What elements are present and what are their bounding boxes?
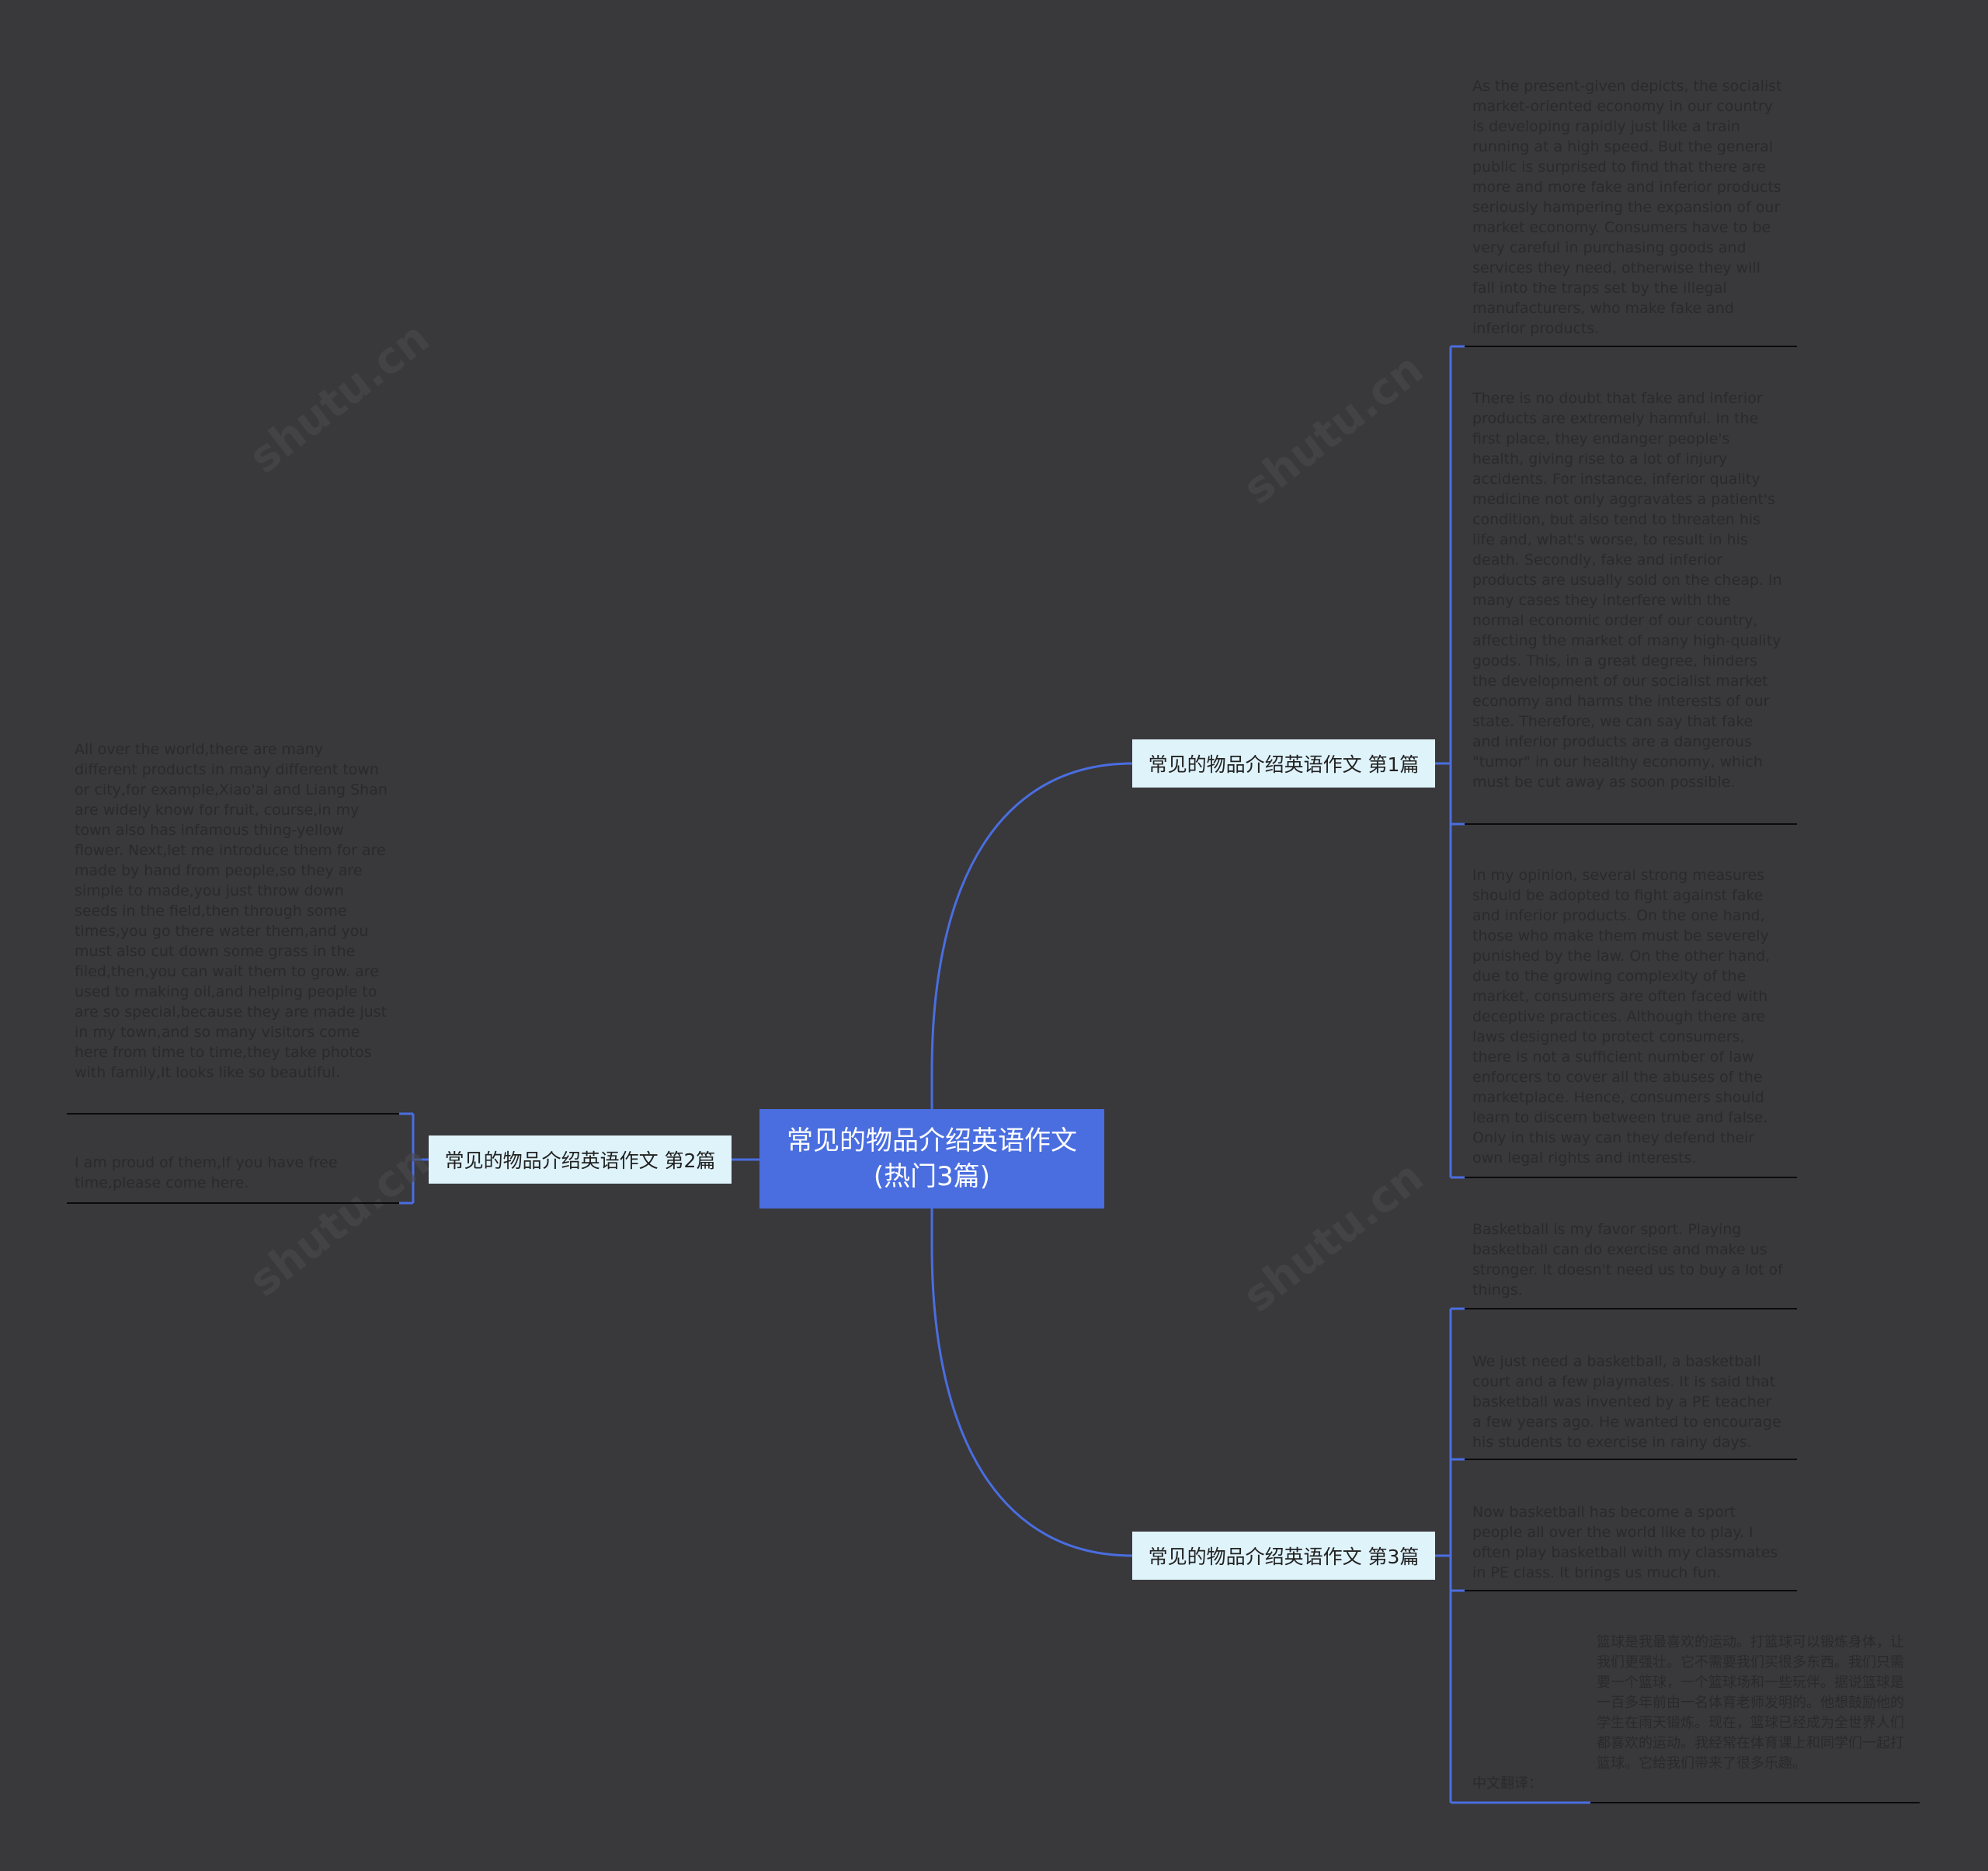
branch-1-bracket	[1435, 345, 1465, 1179]
leaf-underline	[1465, 1590, 1797, 1591]
root-title: 常见的物品介绍英语作文(热门3篇)	[787, 1125, 1077, 1192]
leaf-text: I am proud of them,If you have free time…	[75, 1154, 338, 1191]
branch-topic-2[interactable]: 常见的物品介绍英语作文 第2篇	[429, 1135, 732, 1184]
leaf-underline	[1465, 346, 1797, 347]
leaf-underline	[1590, 1802, 1920, 1803]
leaf-underline	[1465, 1308, 1797, 1309]
leaf-underline	[67, 1113, 399, 1115]
leaf-text: Now basketball has become a sport people…	[1472, 1504, 1778, 1581]
leaf-label-translation: 中文翻译：	[1472, 1775, 1542, 1792]
branch-label: 常见的物品介绍英语作文 第1篇	[1148, 753, 1420, 776]
leaf-text: As the present-given depicts, the social…	[1472, 78, 1782, 337]
leaf-text: We just need a basketball, a basketball …	[1472, 1353, 1781, 1451]
leaf-underline	[1465, 1459, 1797, 1460]
root-to-branch-3-connector	[930, 1208, 1133, 1557]
root-topic[interactable]: 常见的物品介绍英语作文(热门3篇)	[759, 1109, 1104, 1208]
leaf-underline	[67, 1202, 399, 1204]
branch-label: 常见的物品介绍英语作文 第2篇	[444, 1149, 716, 1172]
leaf-underline	[1465, 823, 1797, 825]
branch-label: 常见的物品介绍英语作文 第3篇	[1148, 1546, 1420, 1568]
leaf-text: Basketball is my favor sport. Playing ba…	[1472, 1221, 1783, 1299]
branch-topic-3[interactable]: 常见的物品介绍英语作文 第3篇	[1132, 1532, 1435, 1580]
leaf-text: All over the world,there are many differ…	[75, 741, 388, 1081]
branch-topic-1[interactable]: 常见的物品介绍英语作文 第1篇	[1132, 739, 1435, 788]
leaf-text: There is no doubt that fake and inferior…	[1472, 390, 1782, 791]
leaf-underline	[1465, 1177, 1797, 1178]
root-to-branch-1-connector	[930, 762, 1133, 1109]
leaf-text-chinese: 篮球是我最喜欢的运动。打篮球可以锻炼身体，让我们更强壮。它不需要我们买很多东西。…	[1597, 1634, 1904, 1772]
leaf-text: In my opinion, several strong measures s…	[1472, 867, 1771, 1167]
